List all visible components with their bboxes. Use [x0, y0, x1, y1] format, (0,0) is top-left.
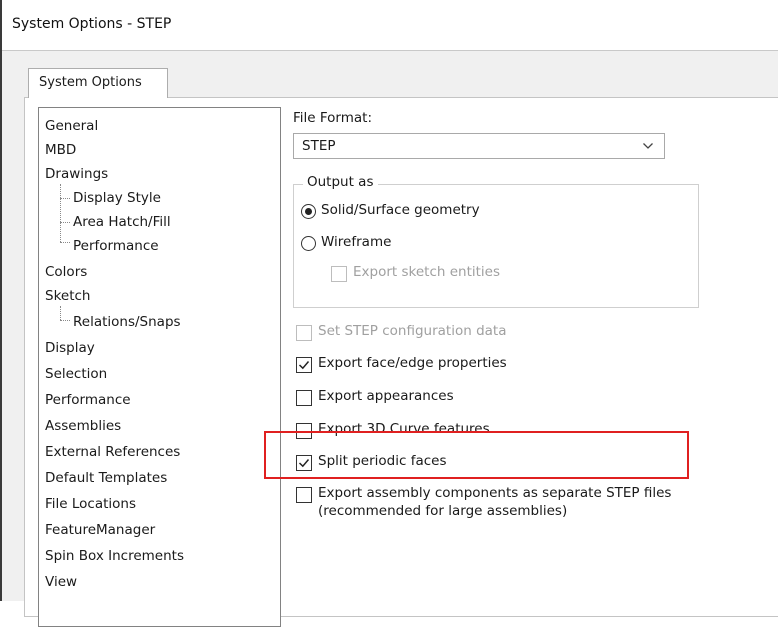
file-format-value: STEP	[302, 138, 336, 154]
title-bar[interactable]: System Options - STEP	[2, 0, 778, 51]
export-appearances-label[interactable]: Export appearances	[318, 388, 454, 404]
tree-item-sketch[interactable]: Sketch	[45, 284, 90, 308]
export-assembly-components-label-line2[interactable]: (recommended for large assemblies)	[318, 503, 567, 519]
tree-item-view[interactable]: View	[45, 570, 77, 594]
file-format-select[interactable]: STEP	[293, 133, 665, 159]
options-tree: General MBD Drawings Display Style Area …	[38, 107, 281, 627]
export-face-edge-checkbox[interactable]	[296, 357, 312, 373]
tree-item-colors[interactable]: Colors	[45, 260, 87, 284]
export-sketch-entities-label: Export sketch entities	[353, 264, 501, 280]
tree-connector	[60, 306, 61, 320]
tree-item-external-references[interactable]: External References	[45, 440, 180, 464]
highlight-box	[264, 431, 689, 479]
tree-item-general[interactable]: General	[45, 114, 98, 138]
set-step-config-checkbox[interactable]	[296, 325, 312, 341]
tree-item-performance[interactable]: Performance	[45, 388, 131, 412]
tree-connector	[60, 320, 70, 321]
tree-item-selection[interactable]: Selection	[45, 362, 107, 386]
export-sketch-entities-checkbox[interactable]	[331, 266, 347, 282]
solid-surface-radio[interactable]	[301, 204, 316, 219]
tab-label: System Options	[39, 75, 142, 90]
solid-surface-label[interactable]: Solid/Surface geometry	[321, 202, 480, 218]
tree-item-assemblies[interactable]: Assemblies	[45, 414, 121, 438]
tree-item-drawings-performance[interactable]: Performance	[73, 234, 159, 258]
tree-connector	[60, 184, 61, 242]
tree-connector	[60, 198, 70, 199]
radio-selected-dot	[304, 207, 312, 215]
tree-item-area-hatch-fill[interactable]: Area Hatch/Fill	[73, 210, 171, 234]
tree-connector	[60, 242, 70, 243]
chevron-down-icon	[643, 143, 653, 149]
tree-item-featuremanager[interactable]: FeatureManager	[45, 518, 155, 542]
dialog-body: System Options General MBD Drawings Disp…	[2, 51, 778, 627]
tree-item-mbd[interactable]: MBD	[45, 138, 76, 162]
wireframe-radio[interactable]	[301, 236, 316, 251]
tree-item-display[interactable]: Display	[45, 336, 95, 360]
export-assembly-components-label-line1[interactable]: Export assembly components as separate S…	[318, 485, 671, 501]
tab-system-options[interactable]: System Options	[28, 68, 168, 98]
tree-item-spin-box-increments[interactable]: Spin Box Increments	[45, 544, 184, 568]
wireframe-label[interactable]: Wireframe	[321, 234, 391, 250]
tree-item-drawings[interactable]: Drawings	[45, 162, 108, 186]
set-step-config-label: Set STEP configuration data	[318, 323, 507, 339]
system-options-dialog: System Options - STEP System Options Gen…	[0, 0, 778, 627]
tree-item-relations-snaps[interactable]: Relations/Snaps	[73, 310, 181, 334]
checkmark-icon	[298, 361, 310, 370]
export-assembly-components-checkbox[interactable]	[296, 487, 312, 503]
tree-item-default-templates[interactable]: Default Templates	[45, 466, 167, 490]
tree-item-file-locations[interactable]: File Locations	[45, 492, 136, 516]
tree-connector	[60, 222, 70, 223]
window-title: System Options - STEP	[12, 16, 172, 32]
tree-item-display-style[interactable]: Display Style	[73, 186, 161, 210]
tab-panel: General MBD Drawings Display Style Area …	[24, 97, 778, 627]
export-appearances-checkbox[interactable]	[296, 390, 312, 406]
file-format-label: File Format:	[293, 110, 373, 126]
export-face-edge-label[interactable]: Export face/edge properties	[318, 355, 507, 371]
output-as-label: Output as	[303, 174, 378, 190]
